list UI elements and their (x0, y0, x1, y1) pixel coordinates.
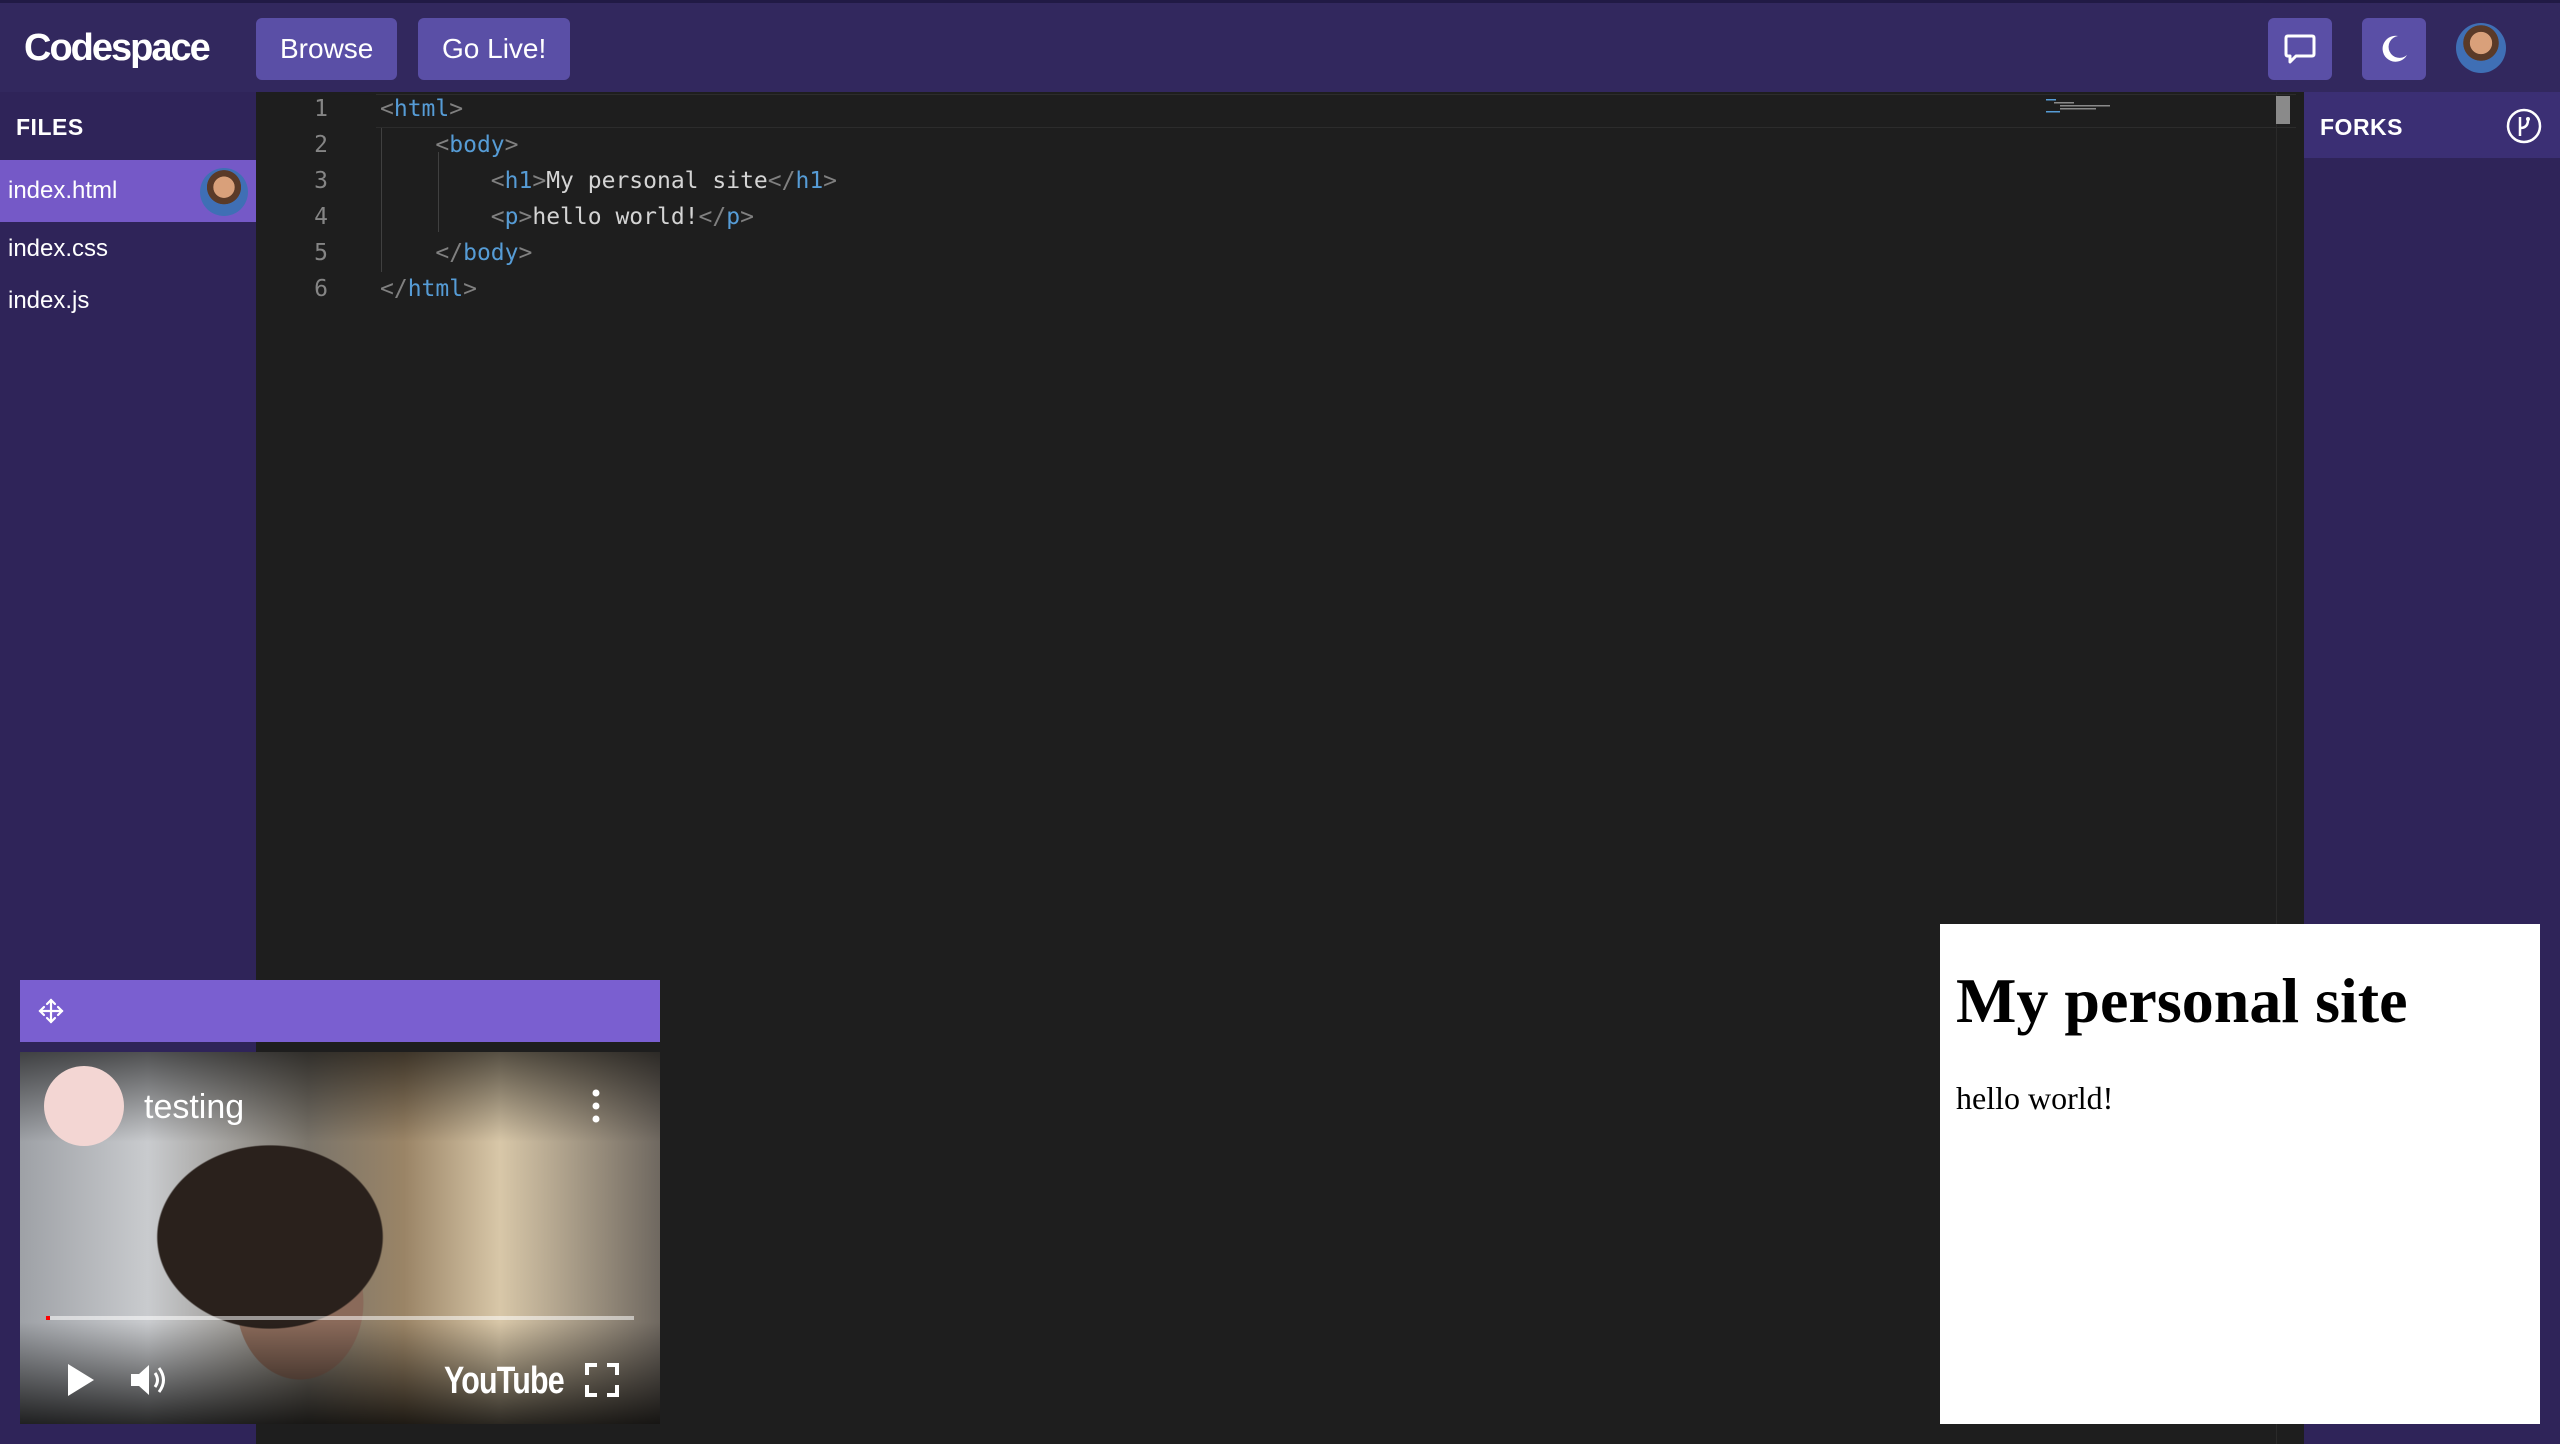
theme-toggle-button[interactable] (2362, 18, 2426, 80)
file-item-index-html[interactable]: index.html (0, 160, 256, 222)
fork-icon[interactable] (2506, 108, 2542, 144)
moon-icon (2382, 35, 2407, 62)
video-progress-fill (46, 1316, 50, 1320)
chat-icon (2284, 34, 2316, 64)
current-line-highlight (376, 94, 2296, 128)
volume-icon (131, 1365, 165, 1395)
live-preview-panel[interactable]: My personal site hello world! (1940, 924, 2540, 1424)
editor-minimap[interactable] (2046, 98, 2116, 114)
top-navbar: Codespace Browse Go Live! (0, 0, 2560, 92)
preview-paragraph: hello world! (1956, 1080, 2114, 1116)
chat-button[interactable] (2268, 18, 2332, 80)
video-progress-bar[interactable] (46, 1316, 634, 1320)
play-button[interactable] (60, 1360, 100, 1400)
volume-button[interactable] (128, 1360, 172, 1400)
app-logo[interactable]: Codespace (24, 27, 211, 70)
preview-heading: My personal site (1956, 965, 2408, 1036)
go-live-button[interactable]: Go Live! (418, 18, 571, 80)
code-line[interactable]: <body> (380, 132, 518, 158)
fullscreen-button[interactable] (582, 1360, 622, 1400)
code-line[interactable]: <html> (380, 96, 463, 122)
youtube-video-player[interactable]: testing YouTube (20, 1052, 660, 1424)
fullscreen-icon (585, 1363, 619, 1397)
line-number: 3 (314, 168, 328, 194)
line-number: 6 (314, 276, 328, 302)
video-widget: testing YouTube (20, 980, 660, 1424)
youtube-logo[interactable]: YouTube (444, 1360, 565, 1403)
forks-title: FORKS (2320, 114, 2403, 140)
move-icon (38, 998, 64, 1024)
browse-button[interactable]: Browse (256, 18, 398, 80)
line-number: 5 (314, 240, 328, 266)
user-avatar[interactable] (2456, 23, 2506, 73)
line-number: 1 (314, 96, 328, 122)
collaborator-avatar (200, 168, 248, 216)
file-item-index-js[interactable]: index.js (0, 270, 256, 332)
code-line[interactable]: <p>hello world!</p> (380, 204, 754, 230)
video-drag-handle[interactable] (20, 980, 660, 1042)
play-icon (68, 1364, 94, 1396)
code-line[interactable]: </body> (380, 240, 532, 266)
code-line[interactable]: <h1>My personal site</h1> (380, 168, 837, 194)
line-number: 4 (314, 204, 328, 230)
video-bottom-shade (20, 1322, 660, 1424)
editor-scroll-thumb[interactable] (2276, 96, 2290, 124)
file-name: index.html (8, 177, 118, 204)
file-name: index.js (8, 287, 90, 314)
file-name: index.css (8, 235, 109, 262)
more-vert-icon[interactable] (590, 1088, 602, 1124)
code-line[interactable]: </html> (380, 276, 477, 302)
files-title: FILES (16, 114, 84, 140)
line-number: 2 (314, 132, 328, 158)
forks-header: FORKS (2304, 92, 2560, 158)
channel-avatar[interactable] (44, 1066, 124, 1146)
video-title[interactable]: testing (144, 1088, 244, 1127)
